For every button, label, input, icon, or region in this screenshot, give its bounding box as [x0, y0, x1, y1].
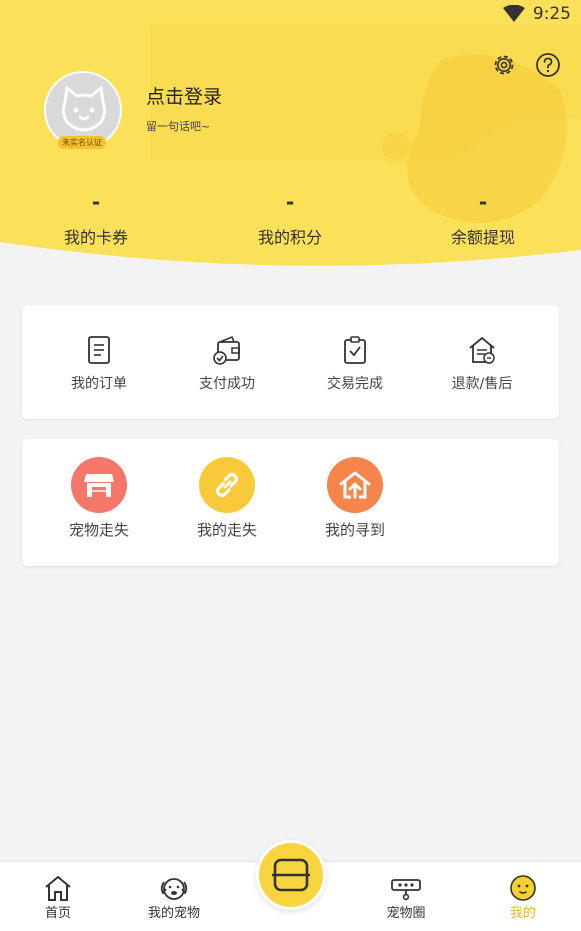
stat-label: 我的积分 [257, 228, 322, 247]
clipboard-check-icon [344, 336, 366, 364]
order-item-label: 交易完成 [327, 376, 383, 392]
status-time: 9:25 [532, 4, 571, 24]
order-item-completed[interactable]: 交易完成 [288, 335, 422, 393]
wifi-icon [502, 5, 525, 22]
stat-value: - [478, 190, 488, 214]
scan-icon [272, 858, 310, 892]
help-question-icon[interactable] [535, 52, 561, 78]
order-item-refund[interactable]: 退款/售后 [415, 335, 549, 393]
pet-item-label: 我的寻到 [324, 521, 385, 539]
pet-item-found[interactable]: 我的寻到 [288, 457, 422, 540]
stat-points[interactable]: - 我的积分 [230, 190, 350, 248]
settings-gear-icon[interactable] [491, 52, 517, 78]
pet-item-label: 我的走失 [196, 521, 257, 539]
tab-pet-circle[interactable]: 宠物圈 [356, 874, 456, 921]
stat-value: - [285, 190, 295, 214]
pet-circle-icon [391, 879, 421, 901]
order-item-label: 退款/售后 [451, 376, 513, 392]
status-bar: 9:25 [502, 4, 571, 24]
link-icon [199, 457, 255, 513]
tab-mine[interactable]: 我的 [473, 874, 573, 921]
tab-label: 宠物圈 [386, 906, 426, 921]
pet-item-lost-pets[interactable]: 宠物走失 [32, 457, 166, 540]
refund-house-icon [469, 336, 495, 364]
verification-badge: 未实名认证 [58, 136, 106, 149]
stat-label: 余额提现 [450, 228, 515, 247]
stat-coupons[interactable]: - 我的卡券 [36, 190, 156, 248]
order-item-label: 支付成功 [199, 376, 255, 392]
home-arrow-icon [327, 457, 383, 513]
order-item-my-orders[interactable]: 我的订单 [32, 335, 166, 393]
tab-label: 我的宠物 [147, 906, 200, 921]
order-item-paid[interactable]: 支付成功 [160, 335, 294, 393]
login-link[interactable]: 点击登录 [146, 82, 222, 109]
scan-button[interactable] [256, 840, 326, 910]
pet-item-label: 宠物走失 [68, 521, 129, 539]
stat-label: 我的卡券 [63, 228, 128, 247]
stat-value: - [91, 190, 101, 214]
smiley-icon [510, 875, 536, 901]
motto-text: 留一句话吧~ [146, 120, 211, 133]
store-icon [71, 457, 127, 513]
stat-balance[interactable]: - 余额提现 [423, 190, 543, 248]
home-icon [45, 876, 71, 901]
tab-home[interactable]: 首页 [8, 874, 108, 921]
tab-my-pets[interactable]: 我的宠物 [124, 874, 224, 921]
orders-card: 我的订单 支付成功 交易完成 退款/售后 [22, 305, 559, 419]
tab-label: 首页 [44, 906, 71, 921]
pets-card: 宠物走失 我的走失 我的寻到 [22, 439, 559, 566]
profile-header: 9:25 未实名认证 点击登录 留一句话吧~ - 我的卡券 - 我的积分 - 余… [0, 0, 581, 275]
wallet-check-icon [213, 335, 240, 365]
tab-label: 我的 [509, 906, 536, 921]
dog-face-icon [160, 878, 188, 900]
order-item-label: 我的订单 [71, 376, 127, 392]
cat-avatar-icon [61, 86, 107, 132]
order-icon [88, 336, 110, 364]
pet-item-my-lost[interactable]: 我的走失 [160, 457, 294, 540]
